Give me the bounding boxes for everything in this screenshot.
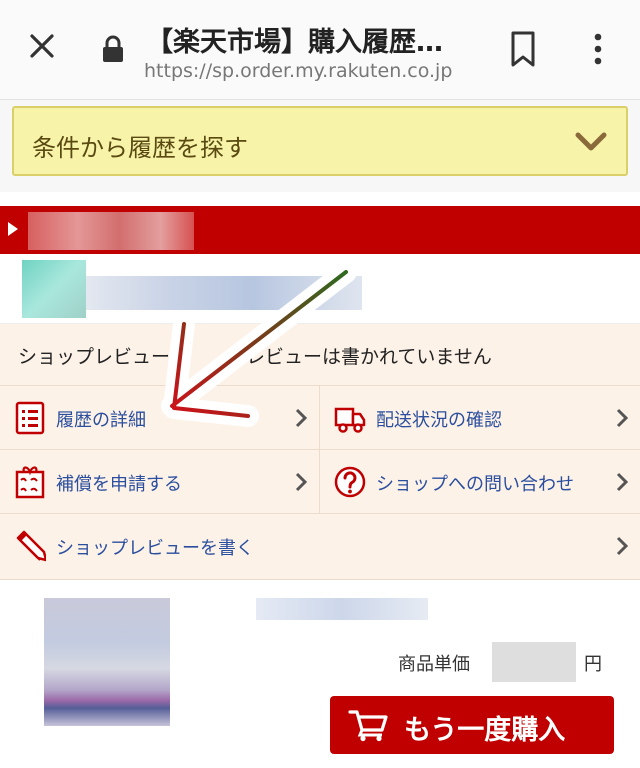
shop-logo-redacted — [22, 260, 86, 318]
write-review-label: ショップレビューを書く — [56, 538, 254, 559]
truck-icon — [334, 407, 366, 433]
shipping-status-link[interactable]: 配送状況の確認 — [320, 386, 640, 450]
close-icon[interactable] — [24, 28, 60, 64]
chevron-down-icon — [575, 132, 607, 151]
product-name-redacted[interactable] — [256, 598, 428, 620]
url-text[interactable]: https://sp.order.my.rakuten.co.jp — [144, 60, 452, 82]
chevron-right-icon — [295, 472, 307, 492]
product-item: 商品単価 円 もう一度購入 — [0, 580, 640, 768]
currency-label: 円 — [584, 654, 602, 675]
play-triangle-icon — [8, 222, 18, 236]
contact-shop-label: ショップへの問い合わせ — [376, 474, 574, 495]
lock-icon — [103, 35, 123, 62]
review-status-text: ショップレビュー レビューは書かれていません — [18, 346, 492, 368]
shop-name-redacted — [28, 212, 194, 250]
search-conditions-label: 条件から履歴を探す — [32, 134, 248, 162]
order-detail-label: 履歴の詳細 — [56, 410, 146, 431]
order-detail-link[interactable]: 履歴の詳細 — [0, 386, 320, 450]
browser-toolbar: 【楽天市場】購入履歴… https://sp.order.my.rakuten.… — [0, 0, 640, 100]
question-circle-icon — [334, 466, 366, 498]
search-section: 条件から履歴を探す — [0, 100, 640, 192]
chevron-right-icon — [616, 472, 628, 492]
shop-detail-redacted — [86, 276, 362, 310]
product-thumbnail-redacted[interactable] — [44, 598, 170, 726]
buy-again-button[interactable]: もう一度購入 — [330, 696, 614, 754]
contact-shop-link[interactable]: ショップへの問い合わせ — [320, 450, 640, 514]
chevron-right-icon — [616, 536, 628, 556]
overflow-menu-icon[interactable] — [584, 30, 612, 68]
unit-price-label: 商品単価 — [398, 654, 470, 675]
cart-icon — [348, 710, 388, 742]
unit-price-redacted — [492, 642, 576, 682]
apply-compensation-label: 補償を申請する — [56, 474, 182, 495]
page-title: 【楽天市場】購入履歴… — [146, 27, 443, 58]
chevron-right-icon — [295, 408, 307, 428]
review-status-row: ショップレビュー レビューは書かれていません — [0, 324, 640, 386]
pencil-icon — [16, 530, 46, 562]
shop-info — [0, 254, 640, 324]
apply-compensation-link[interactable]: 補償を申請する — [0, 450, 320, 514]
shop-header-bar[interactable] — [0, 206, 640, 254]
buy-again-label: もう一度購入 — [404, 715, 566, 745]
shipping-status-label: 配送状況の確認 — [376, 410, 502, 431]
list-document-icon — [15, 401, 45, 435]
write-review-link[interactable]: ショップレビューを書く — [0, 514, 640, 580]
bookmark-icon[interactable] — [508, 30, 538, 68]
chevron-right-icon — [616, 408, 628, 428]
anshin-gift-icon — [15, 466, 45, 499]
search-conditions-toggle[interactable]: 条件から履歴を探す — [12, 106, 628, 176]
